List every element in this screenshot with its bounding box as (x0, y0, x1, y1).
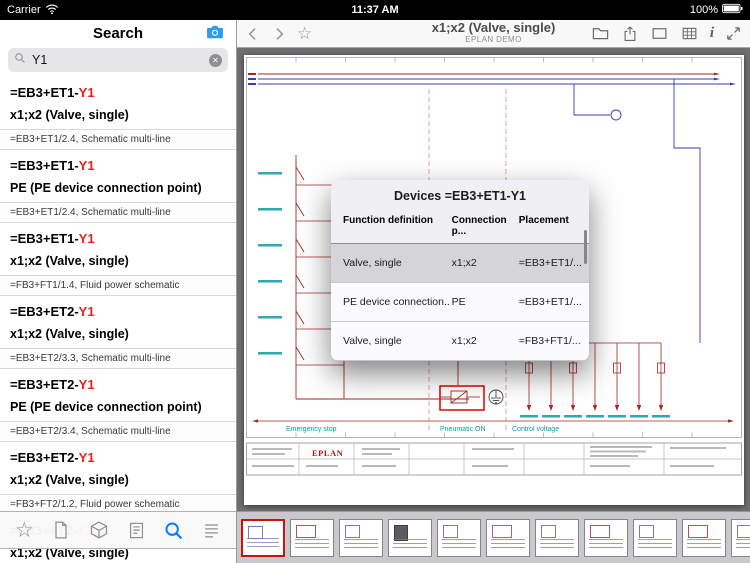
page-thumbnail[interactable] (437, 518, 481, 557)
pages-icon[interactable] (51, 520, 71, 540)
search-icon (14, 51, 26, 69)
page-thumbnail[interactable] (486, 518, 530, 557)
search-result[interactable]: =EB3+ET1-Y1 x1;x2 (Valve, single) =FB3+F… (0, 223, 236, 296)
page-thumbnail[interactable] (339, 518, 383, 557)
result-device-tag: =EB3+ET1-Y1 (10, 158, 95, 173)
camera-icon (207, 25, 223, 39)
device-row[interactable]: Valve, single x1;x2 =EB3+ET1/... (331, 244, 589, 283)
carrier-label: Carrier (7, 4, 41, 16)
page-thumbnail[interactable] (731, 518, 750, 557)
notes-icon[interactable] (202, 521, 221, 540)
page-thumbnail[interactable] (290, 518, 334, 557)
devices-popup: Devices =EB3+ET1-Y1 Function definition … (331, 180, 589, 361)
main-view: ☆ x1;x2 (Valve, single) EPLAN DEMO i Eme… (237, 20, 750, 563)
result-function: PE (PE device connection point) (10, 181, 202, 195)
ground-symbol (488, 389, 504, 405)
column-function-definition: Function definition (343, 215, 433, 226)
result-device-tag: =EB3+ET1-Y1 (10, 231, 95, 246)
photo-search-button[interactable] (204, 22, 226, 47)
result-function: PE (PE device connection point) (10, 400, 202, 414)
page-thumbnail[interactable] (241, 518, 285, 557)
share-icon[interactable] (621, 25, 639, 43)
selected-device-highlight[interactable] (439, 385, 485, 411)
result-device-tag: =EB3+ET2-Y1 (10, 377, 95, 392)
search-result[interactable]: =EB3+ET2-Y1 x1;x2 (Valve, single) =FB3+F… (0, 442, 236, 515)
3d-view-icon[interactable] (89, 520, 109, 540)
popup-scrollbar[interactable] (584, 230, 587, 264)
favorite-star-button[interactable]: ☆ (297, 25, 312, 42)
result-device-tag: =EB3+ET2-Y1 (10, 450, 95, 465)
page-thumbnail[interactable] (584, 518, 628, 557)
page-thumbnail[interactable] (682, 518, 726, 557)
search-result[interactable]: =EB3+ET2-Y1 PE (PE device connection poi… (0, 369, 236, 442)
search-results-list: =EB3+ET1-Y1 x1;x2 (Valve, single) =EB3+E… (0, 77, 236, 563)
page-thumbnail[interactable] (633, 518, 677, 557)
section-label-pneumatic-on: Pneumatic ON (440, 426, 486, 433)
clear-search-button[interactable]: ✕ (209, 53, 222, 67)
result-location: =FB3+FT1/1.4, Fluid power schematic (0, 275, 236, 296)
page-thumbnail[interactable] (388, 518, 432, 557)
page-thumbnail-strip (237, 511, 750, 563)
result-location: =EB3+ET1/2.4, Schematic multi-line (0, 129, 236, 150)
section-labels: Emergency stop Pneumatic ON Control volt… (286, 426, 559, 433)
search-result[interactable]: =EB3+ET1-Y1 PE (PE device connection poi… (0, 150, 236, 223)
title-block: EPLAN (246, 442, 742, 476)
info-icon[interactable]: i (710, 26, 714, 41)
bottom-potential-line (252, 419, 734, 423)
sidebar-toolbar: ☆ (0, 511, 236, 549)
parts-list-icon[interactable] (127, 521, 146, 540)
popup-title: Devices =EB3+ET1-Y1 (393, 189, 527, 203)
search-input[interactable] (30, 52, 205, 68)
battery-percent: 100% (689, 4, 718, 16)
result-location: =EB3+ET1/2.4, Schematic multi-line (0, 202, 236, 223)
column-placement: Placement (518, 215, 569, 226)
search-panel: Search ✕ =EB3+ET1-Y1 x1;x2 (Valve, singl… (0, 20, 237, 563)
favorites-star-icon[interactable]: ☆ (15, 520, 34, 541)
column-connection-point: Connection p... (451, 215, 507, 237)
search-field: ✕ (8, 48, 228, 72)
result-location: =EB3+ET2/3.4, Schematic multi-line (0, 421, 236, 442)
result-function: x1;x2 (Valve, single) (10, 108, 129, 122)
result-device-tag: =EB3+ET2-Y1 (10, 304, 95, 319)
single-page-view-icon[interactable] (650, 24, 669, 43)
clock: 11:37 AM (351, 4, 399, 16)
section-label-emergency-stop: Emergency stop (286, 426, 337, 433)
drawing-canvas[interactable]: Emergency stop Pneumatic ON Control volt… (237, 48, 750, 511)
battery-icon (722, 3, 743, 17)
back-button[interactable] (245, 26, 261, 42)
grid-view-icon[interactable] (680, 24, 699, 43)
title-block-brand: EPLAN (312, 448, 344, 458)
result-function: x1;x2 (Valve, single) (10, 254, 129, 268)
popup-table-header: Function definition Connection p... Plac… (331, 210, 589, 244)
page-thumbnail[interactable] (535, 518, 579, 557)
sidebar-title: Search (92, 24, 144, 42)
result-location: =EB3+ET2/3.3, Schematic multi-line (0, 348, 236, 369)
search-result[interactable]: =EB3+ET2-Y1 x1;x2 (Valve, single) =EB3+E… (0, 296, 236, 369)
status-bar: Carrier 11:37 AM 100% (0, 0, 750, 20)
result-device-tag: =EB3+ET1-Y1 (10, 85, 95, 100)
device-row[interactable]: Valve, single x1;x2 =FB3+FT1/... (331, 322, 589, 361)
navigation-bar: ☆ x1;x2 (Valve, single) EPLAN DEMO i (237, 20, 750, 48)
result-function: x1;x2 (Valve, single) (10, 473, 129, 487)
folder-icon[interactable] (591, 24, 610, 43)
search-result[interactable]: =EB3+ET1-Y1 x1;x2 (Valve, single) =EB3+E… (0, 77, 236, 150)
result-function: x1;x2 (Valve, single) (10, 327, 129, 341)
search-tab-icon[interactable] (163, 520, 184, 541)
wifi-icon (45, 3, 59, 18)
forward-button[interactable] (271, 26, 287, 42)
fullscreen-icon[interactable] (725, 25, 742, 42)
section-label-control-voltage: Control voltage (512, 426, 559, 433)
device-row[interactable]: PE device connection... PE =EB3+ET1/... (331, 283, 589, 322)
